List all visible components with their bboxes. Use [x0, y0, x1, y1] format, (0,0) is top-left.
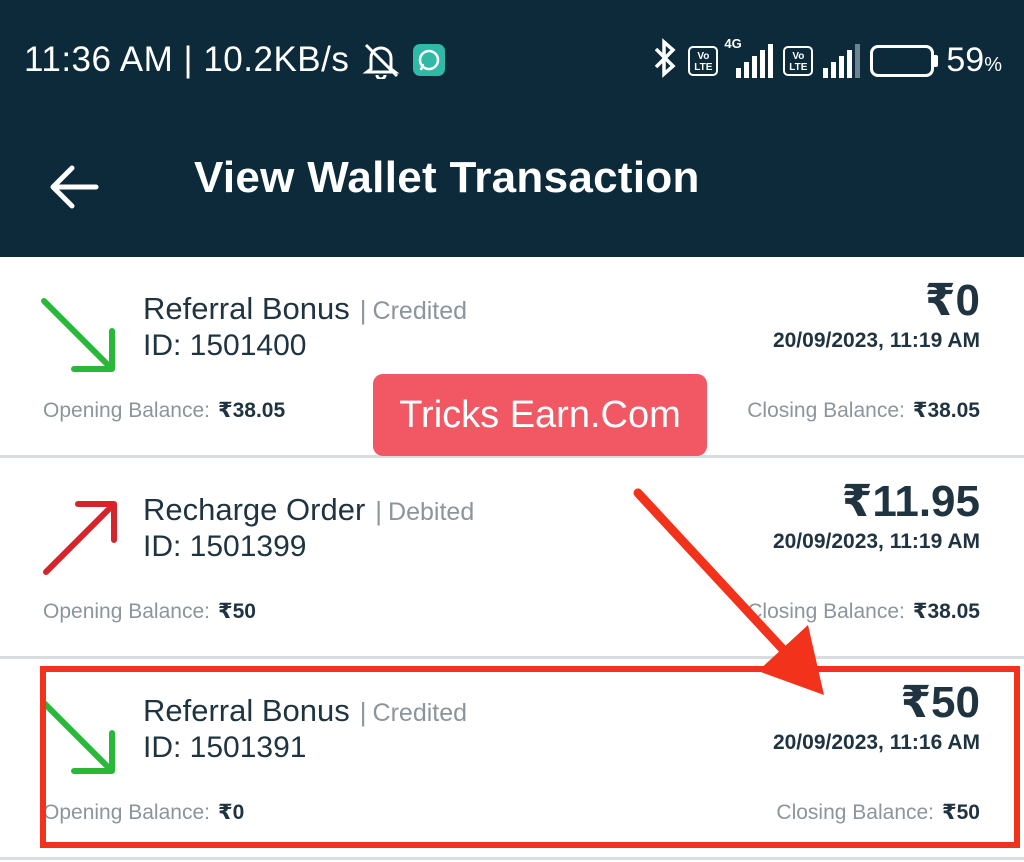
transaction-name: Referral Bonus: [143, 693, 350, 728]
watermark-badge: Tricks Earn.Com: [373, 374, 707, 456]
signal-icon-sim1: 4G: [724, 36, 774, 78]
transaction-item[interactable]: Recharge Order | Debited ID: 1501399 ₹11…: [0, 458, 1024, 659]
transaction-item[interactable]: Referral Bonus | Credited ID: 1501391 ₹5…: [0, 659, 1024, 860]
transaction-datetime: 20/09/2023, 11:19 AM: [772, 329, 980, 352]
opening-balance: Opening Balance: ₹0: [43, 801, 245, 824]
transaction-id: ID: 1501391: [143, 731, 307, 764]
status-bar: 11:36 AM | 10.2KB/s Vo LTE 4G Vo LTE 59%: [0, 0, 1024, 120]
credit-arrow-icon: [41, 700, 115, 774]
transaction-datetime: 20/09/2023, 11:16 AM: [772, 731, 980, 754]
opening-balance: Opening Balance: ₹50: [43, 600, 256, 623]
transaction-amount: ₹50: [900, 678, 980, 727]
closing-balance: Closing Balance: ₹38.05: [747, 600, 980, 623]
title-separator: |: [359, 295, 367, 325]
whatsapp-icon: [413, 44, 446, 76]
closing-balance: Closing Balance: ₹38.05: [747, 399, 980, 422]
title-separator: |: [359, 697, 367, 727]
title-separator: |: [375, 496, 383, 526]
arrow-left-icon: [50, 165, 99, 209]
battery-icon: 59%: [870, 41, 1002, 80]
transaction-list: Referral Bonus | Credited ID: 1501400 ₹0…: [0, 257, 1024, 860]
app-bar: View Wallet Transaction: [0, 120, 1024, 257]
transaction-type: Debited: [388, 498, 475, 526]
credit-arrow-icon: [41, 298, 115, 372]
closing-balance: Closing Balance: ₹50: [776, 801, 980, 824]
transaction-type: Credited: [372, 297, 468, 325]
transaction-type: Credited: [372, 699, 468, 727]
transaction-name: Referral Bonus: [143, 291, 350, 326]
transaction-datetime: 20/09/2023, 11:19 AM: [772, 530, 980, 553]
status-left: 11:36 AM | 10.2KB/s: [24, 40, 446, 80]
transaction-amount: ₹0: [924, 276, 980, 325]
transaction-amount: ₹11.95: [841, 477, 980, 526]
status-time-speed: 11:36 AM | 10.2KB/s: [24, 40, 350, 79]
signal-icon-sim2: [823, 43, 861, 78]
bell-off-icon: [361, 41, 401, 79]
volte-icon: Vo LTE: [783, 45, 814, 76]
debit-arrow-icon: [43, 501, 117, 575]
transaction-id: ID: 1501399: [143, 530, 307, 563]
network-type-label: 4G: [724, 35, 742, 51]
transaction-title: Referral Bonus | Credited: [143, 693, 467, 729]
page-title: View Wallet Transaction: [194, 153, 700, 202]
volte-icon: Vo LTE: [688, 45, 719, 76]
transaction-title: Referral Bonus | Credited: [143, 291, 467, 327]
status-right: Vo LTE 4G Vo LTE 59%: [652, 36, 1002, 83]
transaction-name: Recharge Order: [143, 492, 366, 527]
opening-balance: Opening Balance: ₹38.05: [43, 399, 286, 422]
transaction-id: ID: 1501400: [143, 329, 307, 362]
transaction-title: Recharge Order | Debited: [143, 492, 474, 528]
battery-percent: 59%: [946, 41, 1002, 79]
bluetooth-icon: [652, 38, 678, 83]
back-button[interactable]: [44, 156, 106, 218]
